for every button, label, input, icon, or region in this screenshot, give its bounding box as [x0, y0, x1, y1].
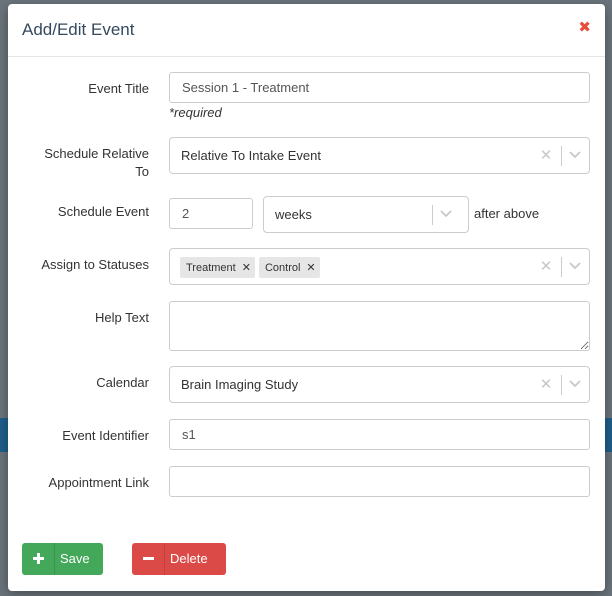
select-controls: ✕ — [531, 367, 589, 402]
schedule-amount-input[interactable] — [169, 198, 253, 229]
save-button-label: Save — [60, 551, 90, 566]
chevron-down-icon[interactable] — [562, 367, 589, 402]
appointment-link-input[interactable] — [169, 466, 590, 497]
status-tag: Treatment ✕ — [180, 257, 255, 279]
event-modal: Add/Edit Event ✖ Event Title *required S… — [8, 4, 605, 591]
schedule-relative-select[interactable]: Relative To Intake Event ✕ — [169, 137, 590, 174]
select-controls: ✕ — [531, 249, 589, 284]
delete-button[interactable]: Delete — [132, 543, 226, 575]
chevron-down-icon[interactable] — [433, 197, 460, 232]
close-icon[interactable]: ✖ — [578, 18, 591, 36]
appointment-link-label: Appointment Link — [48, 475, 149, 490]
event-title-input[interactable] — [169, 72, 590, 103]
statuses-multiselect[interactable]: Treatment ✕ Control ✕ ✕ — [169, 248, 590, 285]
select-controls: ✕ — [531, 138, 589, 173]
status-tag-label: Control — [264, 262, 301, 275]
clear-icon[interactable]: ✕ — [533, 367, 559, 402]
save-button[interactable]: Save — [22, 543, 103, 575]
modal-header: Add/Edit Event ✖ — [8, 4, 605, 57]
calendar-value: Brain Imaging Study — [181, 377, 299, 392]
calendar-select[interactable]: Brain Imaging Study ✕ — [169, 366, 590, 403]
schedule-relative-label: Schedule Relative To — [14, 145, 149, 181]
help-text-label: Help Text — [95, 310, 149, 325]
clear-icon[interactable]: ✕ — [533, 249, 559, 284]
calendar-label: Calendar — [96, 375, 149, 390]
required-hint: *required — [169, 105, 222, 120]
chevron-down-icon[interactable] — [562, 249, 589, 284]
remove-tag-icon[interactable]: ✕ — [306, 261, 315, 274]
schedule-relative-value: Relative To Intake Event — [181, 148, 321, 163]
schedule-suffix: after above — [474, 206, 540, 221]
app-backdrop-accent — [604, 418, 612, 452]
schedule-relative-label-line1: Schedule Relative — [44, 146, 149, 161]
select-controls — [432, 197, 468, 232]
clear-icon[interactable]: ✕ — [533, 138, 559, 173]
statuses-label: Assign to Statuses — [41, 257, 149, 272]
minus-icon — [132, 543, 165, 575]
help-text-textarea[interactable] — [169, 301, 590, 351]
event-identifier-label: Event Identifier — [62, 428, 149, 443]
delete-button-label: Delete — [170, 551, 208, 566]
app-backdrop-accent — [0, 418, 8, 452]
schedule-event-label: Schedule Event — [57, 204, 149, 219]
schedule-unit-select[interactable]: weeks — [263, 196, 469, 233]
event-title-label: Event Title — [88, 81, 149, 96]
event-identifier-input[interactable] — [169, 419, 590, 450]
status-tag: Control ✕ — [258, 257, 320, 279]
chevron-down-icon[interactable] — [562, 138, 589, 173]
schedule-unit-value: weeks — [275, 207, 312, 222]
schedule-relative-label-line2: To — [135, 164, 149, 179]
plus-icon — [22, 543, 55, 575]
modal-title: Add/Edit Event — [22, 20, 135, 39]
remove-tag-icon[interactable]: ✕ — [242, 261, 251, 274]
status-tag-label: Treatment — [186, 262, 236, 275]
